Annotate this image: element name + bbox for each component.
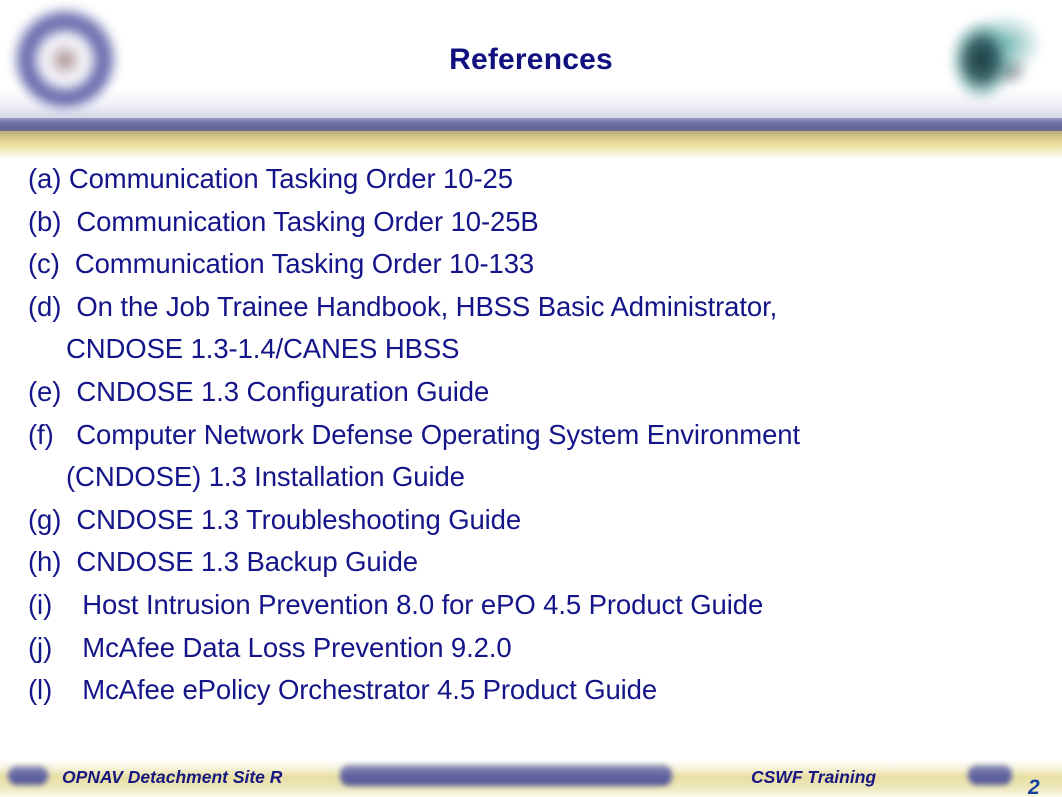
teal-command-emblem-icon xyxy=(938,6,1046,110)
list-item: (e) CNDOSE 1.3 Configuration Guide xyxy=(28,375,490,407)
header-lavender-wash xyxy=(0,88,1062,120)
list-item: (c) Communication Tasking Order 10-133 xyxy=(28,248,535,280)
footer-course-label: CSWF Training xyxy=(751,767,877,787)
list-item: (d) On the Job Trainee Handbook, HBSS Ba… xyxy=(28,290,778,322)
navy-seal-emblem-icon xyxy=(14,8,116,108)
page-number: 2 xyxy=(1028,776,1040,797)
list-item: (j) McAfee Data Loss Prevention 9.2.0 xyxy=(28,631,512,663)
reference-list: (a) Communication Tasking Order 10-25 (b… xyxy=(28,158,1048,712)
footer-center-accent-bar xyxy=(340,765,672,786)
list-item: (f) Computer Network Defense Operating S… xyxy=(28,418,801,450)
slide: References (a) Communication Tasking Ord… xyxy=(0,0,1062,797)
list-item: (l) McAfee ePolicy Orchestrator 4.5 Prod… xyxy=(28,674,658,706)
list-item: (a) Communication Tasking Order 10-25 xyxy=(28,163,513,194)
slide-body: (a) Communication Tasking Order 10-25 (b… xyxy=(0,155,1062,745)
list-item-continuation: CNDOSE 1.3-1.4/CANES HBSS xyxy=(66,333,460,365)
footer-left-accent-bar xyxy=(8,766,48,785)
list-item: (b) Communication Tasking Order 10-25B xyxy=(28,205,539,237)
list-item: (h) CNDOSE 1.3 Backup Guide xyxy=(28,546,419,578)
footer-organization-label: OPNAV Detachment Site R xyxy=(62,767,283,787)
list-item-continuation: (CNDOSE) 1.3 Installation Guide xyxy=(66,461,465,493)
slide-header: References xyxy=(0,0,1062,159)
footer-right-accent-bar xyxy=(968,765,1012,785)
page-title: References xyxy=(449,43,613,76)
header-purple-rule xyxy=(0,118,1062,131)
list-item: (i) Host Intrusion Prevention 8.0 for eP… xyxy=(28,588,764,620)
list-item: (g) CNDOSE 1.3 Troubleshooting Guide xyxy=(28,503,522,535)
